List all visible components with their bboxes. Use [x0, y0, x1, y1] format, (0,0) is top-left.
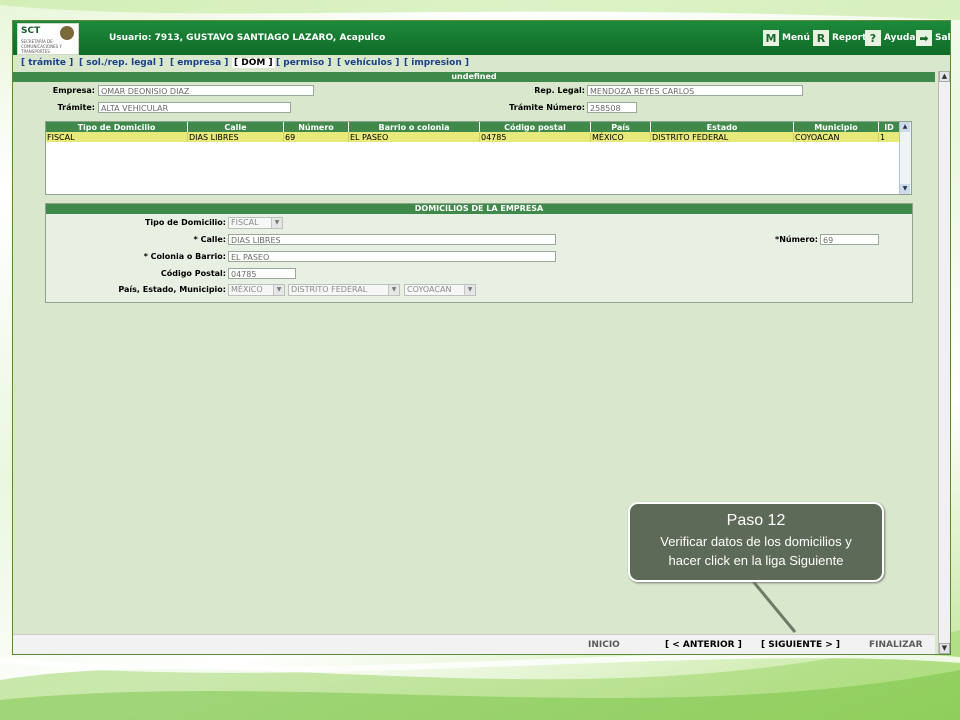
col-tipo-domicilio[interactable]: Tipo de Domicilio [46, 122, 188, 132]
tab-tramite[interactable]: [ trámite ] [21, 58, 73, 68]
cell-estado: DISTRITO FEDERAL [650, 132, 794, 142]
municipio-select[interactable]: COYOACAN ▼ [404, 284, 476, 296]
chevron-down-icon: ▼ [464, 285, 475, 295]
grid-scrollbar[interactable]: ▲ ▼ [899, 122, 911, 194]
calle-field[interactable]: DIAS LIBRES [228, 234, 556, 245]
col-estado[interactable]: Estado [650, 122, 794, 132]
callout-title: Paso 12 [726, 512, 786, 529]
cell-id: 1 [878, 132, 900, 142]
empresa-label: Empresa: [52, 86, 95, 95]
table-row[interactable]: FISCAL DIAS LIBRES 69 EL PASEO 04785 MÉX… [46, 132, 900, 142]
tramite-field[interactable]: ALTA VEHICULAR [98, 102, 291, 113]
tipo-domicilio-value: FISCAL [231, 218, 259, 227]
help-label: Ayuda [884, 33, 916, 43]
scroll-down-icon[interactable]: ▼ [939, 643, 950, 654]
menu-button[interactable]: M Menú [763, 29, 810, 47]
menu-label: Menú [782, 33, 810, 43]
cell-municipio: COYOACAN [793, 132, 879, 142]
scroll-down-icon[interactable]: ▼ [900, 184, 910, 194]
codigo-postal-field[interactable]: 04785 [228, 268, 296, 279]
tramite-numero-label: Trámite Número: [509, 103, 585, 112]
numero-field[interactable]: 69 [820, 234, 879, 245]
tab-permiso[interactable]: [ permiso ] [276, 58, 331, 68]
grid-table: Tipo de Domicilio Calle Número Barrio o … [46, 122, 900, 142]
exit-arrow-icon: ➡ [916, 30, 932, 46]
instruction-callout: Paso 12 Verificar datos de los domicilio… [628, 502, 884, 582]
logo-text: SCT [21, 26, 41, 36]
anterior-link[interactable]: [ < ANTERIOR ] [665, 640, 742, 650]
estado-select[interactable]: DISTRITO FEDERAL ▼ [288, 284, 400, 296]
page-scrollbar[interactable]: ▲ ▼ [938, 71, 950, 654]
domicilios-panel: DOMICILIOS DE LA EMPRESA Tipo de Domicil… [45, 203, 913, 303]
tab-vehiculos[interactable]: [ vehículos ] [337, 58, 399, 68]
finalizar-link[interactable]: FINALIZAR [869, 640, 923, 650]
cell-pais: MÉXICO [590, 132, 651, 142]
empresa-field[interactable]: OMAR DEONISIO DIAZ [98, 85, 314, 96]
col-calle[interactable]: Calle [187, 122, 284, 132]
grid-header-row: Tipo de Domicilio Calle Número Barrio o … [46, 122, 900, 132]
help-button[interactable]: ? Ayuda [865, 29, 915, 47]
tramite-label: Trámite: [57, 103, 95, 112]
colonia-field[interactable]: EL PASEO [228, 251, 556, 262]
tab-bar: [ trámite ] [ sol./rep. legal ] [ empres… [13, 57, 950, 71]
bottom-nav: INICIO [ < ANTERIOR ] [ SIGUIENTE > ] FI… [13, 634, 935, 654]
tipo-domicilio-label: Tipo de Domicilio: [144, 218, 226, 227]
pais-select[interactable]: MÉXICO ▼ [228, 284, 285, 296]
codigo-postal-label: Código Postal: [160, 269, 226, 278]
scroll-up-icon[interactable]: ▲ [900, 122, 910, 132]
rep-legal-label: Rep. Legal: [534, 86, 585, 95]
callout-line-2: hacer click en la liga Siguiente [668, 553, 844, 568]
col-pais[interactable]: País [590, 122, 651, 132]
inicio-link[interactable]: INICIO [588, 640, 620, 650]
siguiente-link[interactable]: [ SIGUIENTE > ] [761, 640, 840, 650]
help-icon: ? [865, 30, 881, 46]
tab-empresa[interactable]: [ empresa ] [170, 58, 228, 68]
report-icon: R [813, 30, 829, 46]
tab-sol-rep-legal[interactable]: [ sol./rep. legal ] [79, 58, 163, 68]
col-numero[interactable]: Número [283, 122, 349, 132]
colonia-label: * Colonia o Barrio: [143, 252, 226, 261]
cell-numero: 69 [283, 132, 349, 142]
pais-value: MÉXICO [231, 285, 263, 294]
col-barrio[interactable]: Barrio o colonia [348, 122, 480, 132]
cell-tipo: FISCAL [46, 132, 188, 142]
tab-impresion[interactable]: [ impresion ] [404, 58, 469, 68]
chevron-down-icon: ▼ [271, 218, 282, 228]
domicilios-grid: Tipo de Domicilio Calle Número Barrio o … [45, 121, 912, 195]
section-header: undefined [13, 72, 935, 82]
col-codigo-postal[interactable]: Código postal [479, 122, 591, 132]
pais-estado-municipio-label: País, Estado, Municipio: [118, 285, 226, 294]
calle-label: * Calle: [193, 235, 226, 244]
cell-cp: 04785 [479, 132, 591, 142]
top-bar: SCT SECRETARÍA DE COMUNICACIONES Y TRANS… [13, 21, 950, 55]
logo-subtitle: SECRETARÍA DE COMUNICACIONES Y TRANSPORT… [21, 39, 62, 54]
user-info: Usuario: 7913, GUSTAVO SANTIAGO LAZARO, … [109, 33, 386, 43]
col-municipio[interactable]: Municipio [793, 122, 879, 132]
sct-logo: SCT SECRETARÍA DE COMUNICACIONES Y TRANS… [17, 23, 79, 55]
tab-dom[interactable]: [ DOM ] [232, 58, 275, 68]
exit-button[interactable]: ➡ Salir [916, 29, 951, 47]
exit-label: Salir [935, 33, 951, 43]
cell-calle: DIAS LIBRES [187, 132, 284, 142]
chevron-down-icon: ▼ [273, 285, 284, 295]
chevron-down-icon: ▼ [388, 285, 399, 295]
col-id[interactable]: ID [878, 122, 900, 132]
menu-icon: M [763, 30, 779, 46]
rep-legal-field[interactable]: MENDOZA REYES CARLOS [587, 85, 803, 96]
callout-line-1: Verificar datos de los domicilios y [660, 534, 852, 549]
seal-icon [60, 26, 74, 40]
tipo-domicilio-select[interactable]: FISCAL ▼ [228, 217, 283, 229]
scroll-up-icon[interactable]: ▲ [939, 71, 950, 82]
panel-title: DOMICILIOS DE LA EMPRESA [46, 204, 912, 214]
cell-barrio: EL PASEO [348, 132, 480, 142]
numero-label: *Número: [775, 235, 818, 244]
tramite-numero-field[interactable]: 258508 [587, 102, 637, 113]
municipio-value: COYOACAN [407, 285, 452, 294]
estado-value: DISTRITO FEDERAL [291, 285, 368, 294]
report-button[interactable]: R Reporte [813, 29, 873, 47]
